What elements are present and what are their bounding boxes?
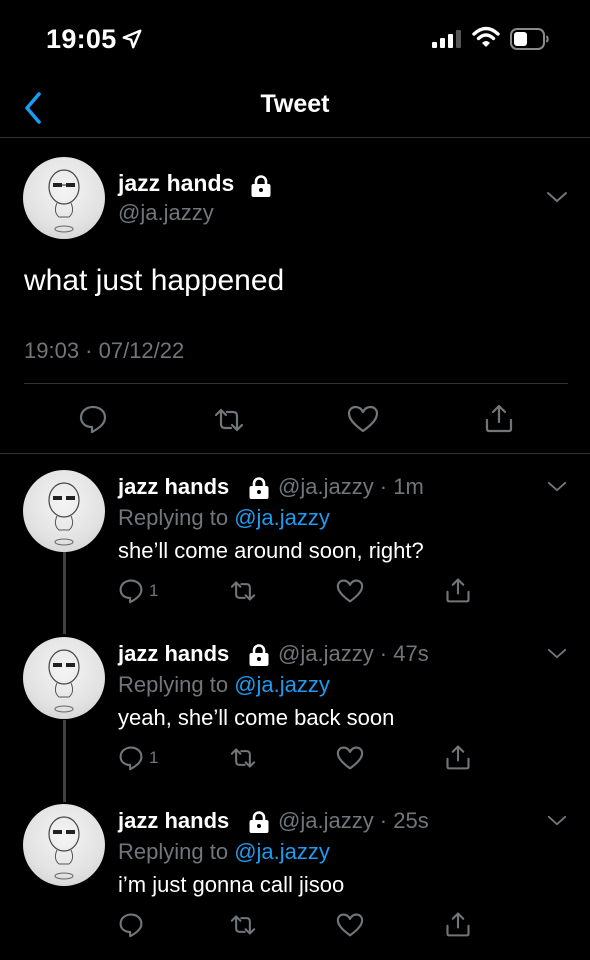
wifi-icon bbox=[472, 26, 500, 47]
replying-to: Replying to @ja.jazzy bbox=[118, 672, 330, 698]
like-icon[interactable] bbox=[336, 578, 364, 604]
chevron-down-icon[interactable] bbox=[546, 814, 568, 827]
nav-bar: Tweet bbox=[0, 80, 590, 138]
like-icon[interactable] bbox=[336, 745, 364, 771]
reply-icon[interactable] bbox=[78, 404, 108, 434]
lock-icon bbox=[251, 175, 271, 197]
main-tweet[interactable]: jazz hands @ja.jazzy what just happened … bbox=[0, 138, 590, 454]
user-name[interactable]: jazz hands bbox=[118, 641, 229, 667]
like-icon[interactable] bbox=[347, 404, 379, 434]
lock-icon bbox=[249, 477, 269, 499]
avatar[interactable] bbox=[23, 637, 105, 719]
tweet-timestamp: 19:03 · 07/12/22 bbox=[24, 338, 185, 363]
retweet-icon[interactable] bbox=[229, 579, 257, 603]
retweet-icon[interactable] bbox=[213, 406, 245, 434]
tweet-text: yeah, she’ll come back soon bbox=[118, 705, 395, 730]
lock-icon bbox=[249, 811, 269, 833]
avatar-drawing bbox=[48, 482, 80, 546]
reply-tweet[interactable]: jazz hands @ja.jazzy · 47s Replying to @… bbox=[0, 637, 590, 795]
avatar[interactable] bbox=[23, 804, 105, 886]
status-time: 19:05 bbox=[46, 24, 117, 54]
status-bar: 19:05 bbox=[0, 0, 590, 80]
reply-tweet[interactable]: jazz hands @ja.jazzy · 1m Replying to @j… bbox=[0, 470, 590, 628]
user-name[interactable]: jazz hands bbox=[118, 808, 229, 834]
retweet-icon[interactable] bbox=[229, 913, 257, 937]
user-name[interactable]: jazz hands bbox=[118, 474, 229, 500]
avatar-drawing bbox=[48, 649, 80, 713]
avatar[interactable] bbox=[23, 470, 105, 552]
user-handle[interactable]: @ja.jazzy bbox=[118, 200, 214, 226]
replying-prefix: Replying to bbox=[118, 672, 229, 697]
location-arrow-icon bbox=[122, 29, 142, 49]
reply-count: 1 bbox=[149, 748, 159, 767]
avatar-drawing bbox=[48, 816, 80, 880]
replying-to: Replying to @ja.jazzy bbox=[118, 839, 330, 865]
replying-prefix: Replying to bbox=[118, 505, 229, 530]
tweet-text: i’m just gonna call jisoo bbox=[118, 872, 345, 897]
mention-link[interactable]: @ja.jazzy bbox=[234, 672, 330, 697]
reply-icon[interactable] bbox=[118, 578, 144, 604]
like-icon[interactable] bbox=[336, 912, 364, 938]
divider bbox=[24, 383, 568, 384]
tweet-text: she’ll come around soon, right? bbox=[118, 538, 424, 563]
tweet-actions: 1 bbox=[0, 741, 590, 775]
reply-tweet[interactable]: jazz hands @ja.jazzy · 25s Replying to @… bbox=[0, 804, 590, 954]
chevron-down-icon[interactable] bbox=[545, 190, 569, 204]
share-icon[interactable] bbox=[444, 743, 472, 771]
replying-to: Replying to @ja.jazzy bbox=[118, 505, 330, 531]
tweet-actions bbox=[0, 908, 590, 942]
share-icon[interactable] bbox=[444, 910, 472, 938]
retweet-icon[interactable] bbox=[229, 746, 257, 770]
tweet-actions: 1 bbox=[0, 574, 590, 608]
mention-link[interactable]: @ja.jazzy bbox=[234, 839, 330, 864]
tweet-text: what just happened bbox=[24, 264, 285, 297]
lock-icon bbox=[249, 644, 269, 666]
user-handle-time[interactable]: @ja.jazzy · 25s bbox=[278, 808, 429, 834]
avatar[interactable] bbox=[23, 157, 105, 239]
page-title: Tweet bbox=[260, 90, 330, 118]
chevron-down-icon[interactable] bbox=[546, 480, 568, 493]
tweet-actions bbox=[0, 400, 590, 440]
share-icon[interactable] bbox=[444, 576, 472, 604]
mention-link[interactable]: @ja.jazzy bbox=[234, 505, 330, 530]
reply-icon[interactable] bbox=[118, 912, 144, 938]
user-handle-time[interactable]: @ja.jazzy · 1m bbox=[278, 474, 424, 500]
share-icon[interactable] bbox=[483, 402, 515, 434]
user-name[interactable]: jazz hands bbox=[118, 170, 234, 197]
chevron-down-icon[interactable] bbox=[546, 647, 568, 660]
signal-icon bbox=[432, 30, 461, 48]
replying-prefix: Replying to bbox=[118, 839, 229, 864]
battery-icon bbox=[510, 28, 549, 50]
reply-count: 1 bbox=[149, 581, 159, 600]
avatar-drawing bbox=[48, 169, 80, 233]
user-handle-time[interactable]: @ja.jazzy · 47s bbox=[278, 641, 429, 667]
reply-icon[interactable] bbox=[118, 745, 144, 771]
